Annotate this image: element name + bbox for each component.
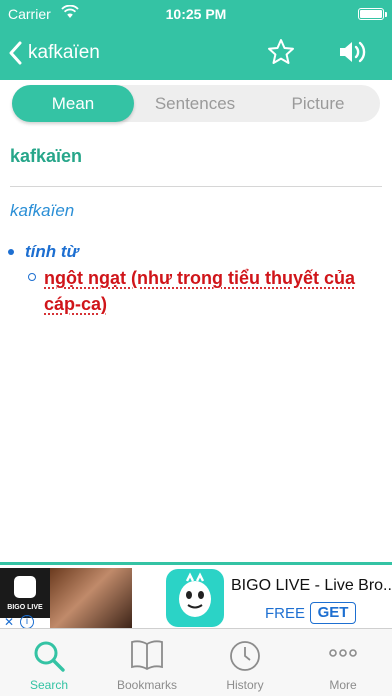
part-of-speech-row: tính từ — [8, 242, 79, 262]
status-time: 10:25 PM — [165, 6, 227, 22]
bookmark-star-button[interactable] — [266, 37, 296, 67]
circle-bullet-icon — [28, 273, 36, 281]
tabbar-label: Search — [29, 678, 69, 692]
ad-close-icon[interactable]: ✕ — [0, 615, 18, 629]
nav-title: kafkaïen — [28, 42, 100, 63]
ad-app-thumbnail: BIGO LIVE — [0, 568, 50, 618]
meaning-row: ngột ngạt (như trong tiểu thuyết của cáp… — [28, 265, 368, 317]
tab-picture[interactable]: Picture — [256, 85, 380, 122]
ad-app-name: BIGO LIVE - Live Bro... — [231, 577, 392, 594]
tabbar-search[interactable]: Search — [0, 629, 98, 696]
tab-sentences[interactable]: Sentences — [134, 85, 256, 122]
book-icon — [131, 640, 163, 671]
tabbar-label: More — [329, 678, 357, 692]
status-bar: Carrier 10:25 PM — [0, 0, 392, 28]
tabbar-label: History — [226, 678, 264, 692]
bullet-icon — [8, 249, 14, 255]
back-button[interactable]: kafkaïen — [8, 38, 100, 68]
star-icon — [268, 39, 294, 64]
back-chevron-icon — [9, 41, 22, 65]
ad-price: FREE — [265, 605, 306, 622]
meaning-text[interactable]: ngột ngạt (như trong tiểu thuyết của cáp… — [44, 265, 368, 317]
clock-icon — [230, 641, 260, 671]
ad-photo — [50, 568, 132, 628]
headword: kafkaïen — [10, 146, 83, 166]
divider — [10, 186, 382, 187]
tabbar-history[interactable]: History — [196, 629, 294, 696]
header: Carrier 10:25 PM kafkaïen — [0, 0, 392, 80]
tabbar-bookmarks[interactable]: Bookmarks — [98, 629, 196, 696]
ad-get-button[interactable]: GET — [310, 602, 356, 624]
speaker-icon — [340, 41, 366, 63]
tabbar-more[interactable]: More — [294, 629, 392, 696]
search-icon — [34, 641, 65, 672]
bigo-logo-icon — [14, 576, 36, 598]
pronounce-button[interactable] — [336, 37, 370, 67]
phonetic: kafkaïen — [10, 201, 75, 220]
view-segmented-control: Mean Sentences Picture — [12, 85, 380, 122]
ad-app-icon — [166, 569, 224, 627]
nav-bar: kafkaïen — [0, 28, 392, 80]
ad-banner[interactable]: BIGO LIVE ✕ i BIGO LIVE - Live Bro... FR… — [0, 562, 392, 629]
part-of-speech: tính từ — [25, 242, 79, 261]
more-dots-icon — [329, 649, 357, 657]
ad-info-icon[interactable]: i — [20, 615, 34, 629]
tab-mean[interactable]: Mean — [12, 85, 134, 122]
battery-icon — [358, 8, 387, 20]
tabbar-label: Bookmarks — [116, 678, 178, 692]
ad-thumb-label: BIGO LIVE — [7, 604, 43, 611]
tab-bar: Search Bookmarks History More — [0, 628, 392, 696]
